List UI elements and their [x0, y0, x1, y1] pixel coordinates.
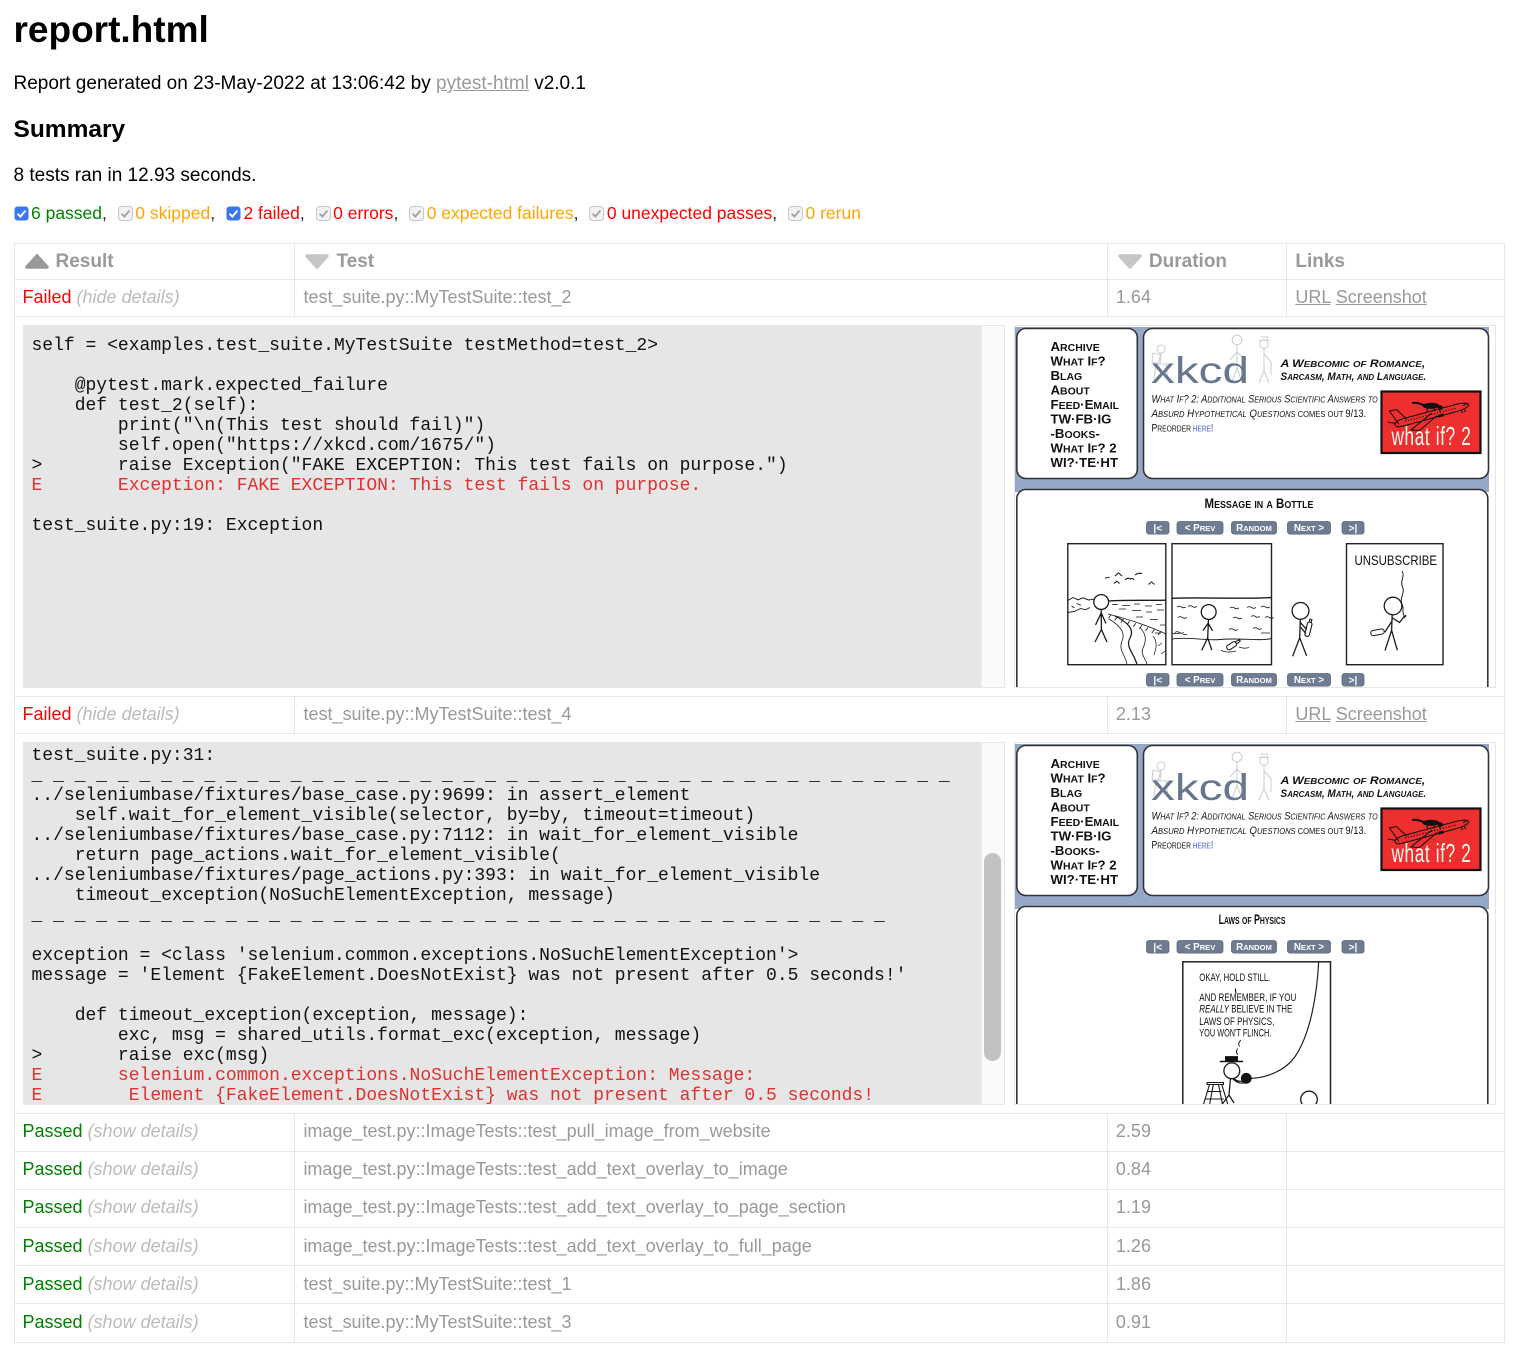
svg-text:A WEBCOMIC OF ROMANCE,: A WEBCOMIC OF ROMANCE, — [1279, 357, 1425, 369]
svg-text:WHAT IF? 2: ADDITIONAL SERIOUS: WHAT IF? 2: ADDITIONAL SERIOUS SCIENTIFI… — [1151, 393, 1377, 405]
svg-text:what if? 2: what if? 2 — [1390, 421, 1471, 451]
svg-text:WI?·TE·HT: WI?·TE·HT — [1050, 455, 1118, 470]
svg-text:SARCASM, MATH, AND LANGUAGE.: SARCASM, MATH, AND LANGUAGE. — [1280, 371, 1426, 382]
svg-text:< PREV: < PREV — [1184, 523, 1216, 534]
svg-text:xkcd: xkcd — [1151, 350, 1249, 391]
svg-text:TW·FB·IG: TW·FB·IG — [1050, 411, 1111, 426]
svg-text:>|: >| — [1348, 523, 1357, 534]
svg-text:|<: |< — [1153, 523, 1162, 534]
svg-text:LAWS OF PHYSICS: LAWS OF PHYSICS — [1218, 913, 1285, 927]
svg-text:WI?·TE·HT: WI?·TE·HT — [1050, 872, 1118, 887]
svg-text:|<: |< — [1153, 942, 1162, 953]
svg-text:TW·FB·IG: TW·FB·IG — [1050, 828, 1111, 843]
svg-text:>|: >| — [1348, 942, 1357, 953]
svg-text:PREORDER HERE!: PREORDER HERE! — [1151, 839, 1213, 851]
svg-text:< PREV: < PREV — [1184, 675, 1216, 686]
svg-text:AND REMEMBER, IF YOU: AND REMEMBER, IF YOU — [1199, 992, 1296, 1004]
svg-text:UNSUBSCRIBE: UNSUBSCRIBE — [1354, 552, 1437, 568]
svg-text:NEXT >: NEXT > — [1293, 942, 1324, 953]
svg-text:WHAT IF? 2: WHAT IF? 2 — [1050, 440, 1116, 455]
svg-text:OKAY, HOLD STILL.: OKAY, HOLD STILL. — [1199, 972, 1270, 984]
svg-text:ABSURD HYPOTHETICAL QUESTIONS: ABSURD HYPOTHETICAL QUESTIONS COMES OUT … — [1150, 825, 1366, 837]
svg-text:what if? 2: what if? 2 — [1390, 838, 1471, 868]
svg-text:YOU WON'T FLINCH.: YOU WON'T FLINCH. — [1199, 1027, 1271, 1039]
svg-text:PREORDER HERE!: PREORDER HERE! — [1151, 422, 1213, 434]
svg-text:MESSAGE IN A BOTTLE: MESSAGE IN A BOTTLE — [1204, 496, 1313, 511]
svg-text:>|: >| — [1348, 675, 1357, 686]
svg-text:REALLY BELIEVE IN THE: REALLY BELIEVE IN THE — [1199, 1003, 1292, 1015]
svg-text:WHAT IF? 2: ADDITIONAL SERIOUS: WHAT IF? 2: ADDITIONAL SERIOUS SCIENTIFI… — [1151, 810, 1377, 822]
svg-text:xkcd: xkcd — [1151, 767, 1249, 808]
svg-text:NEXT >: NEXT > — [1293, 523, 1324, 534]
svg-text:SARCASM, MATH, AND LANGUAGE.: SARCASM, MATH, AND LANGUAGE. — [1280, 788, 1426, 799]
svg-text:|<: |< — [1153, 675, 1162, 686]
svg-text:< PREV: < PREV — [1184, 942, 1216, 953]
svg-text:RANDOM: RANDOM — [1236, 942, 1272, 953]
svg-text:NEXT >: NEXT > — [1293, 675, 1324, 686]
svg-text:RANDOM: RANDOM — [1236, 675, 1272, 686]
svg-text:RANDOM: RANDOM — [1236, 523, 1272, 534]
svg-text:A WEBCOMIC OF ROMANCE,: A WEBCOMIC OF ROMANCE, — [1279, 774, 1425, 786]
svg-text:LAWS OF PHYSICS,: LAWS OF PHYSICS, — [1199, 1016, 1274, 1028]
svg-text:ABSURD HYPOTHETICAL QUESTIONS: ABSURD HYPOTHETICAL QUESTIONS COMES OUT … — [1150, 408, 1366, 420]
svg-text:WHAT IF? 2: WHAT IF? 2 — [1050, 857, 1116, 872]
